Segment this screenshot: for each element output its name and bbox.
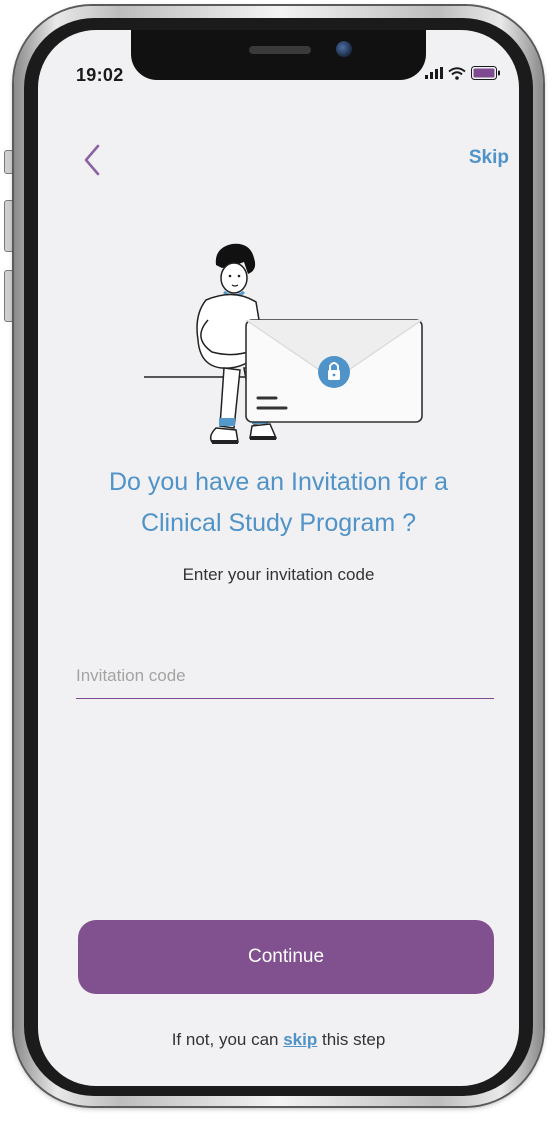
app-screen: 19:02 Skip Do you have an Invitation for… — [38, 30, 519, 1086]
footer-prefix: If not, you can — [171, 1030, 284, 1049]
speaker-grille — [249, 46, 311, 54]
signal-icon — [425, 67, 443, 79]
page-title-line-2: Clinical Study Program ? — [140, 509, 417, 537]
device-frame: 19:02 Skip Do you have an Invitation for… — [0, 0, 557, 1123]
invitation-code-input[interactable] — [76, 658, 494, 694]
wifi-icon — [448, 66, 466, 80]
status-time: 19:02 — [76, 65, 124, 85]
skip-link[interactable]: skip — [283, 1030, 317, 1049]
invitation-code-field — [76, 658, 494, 699]
continue-button[interactable]: Continue — [78, 920, 494, 994]
skip-footer: If not, you can skip this step — [38, 1030, 519, 1050]
page-subtitle: Enter your invitation code — [182, 565, 375, 584]
status-icons — [425, 66, 501, 80]
invitation-illustration — [144, 243, 423, 444]
chevron-left-icon — [84, 144, 100, 176]
front-camera — [336, 41, 352, 57]
back-button[interactable] — [78, 140, 108, 180]
footer-suffix: this step — [317, 1030, 386, 1049]
page-title: Do you have an Invitation for a Clinical… — [38, 462, 519, 544]
page-title-line-1: Do you have an Invitation for a — [108, 468, 449, 496]
notch — [131, 30, 426, 80]
battery-icon — [471, 66, 500, 80]
skip-button[interactable]: Skip — [469, 147, 509, 169]
